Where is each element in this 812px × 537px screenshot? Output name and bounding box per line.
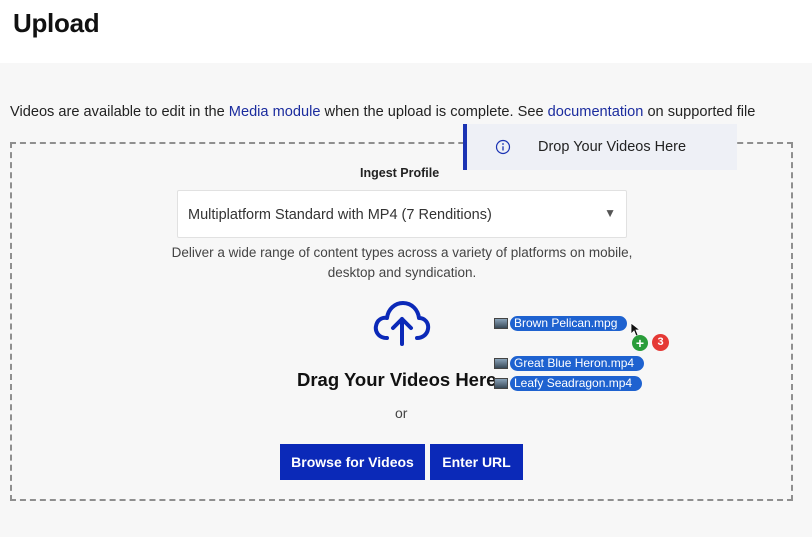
video-thumbnail-icon [494,378,508,389]
drag-videos-heading: Drag Your Videos Here [297,369,497,390]
intro-middle: when the upload is complete. See [320,104,548,120]
intro-suffix: on supported file [643,104,756,120]
copy-plus-icon: + [632,335,648,351]
video-thumbnail-icon [494,318,508,329]
page-title: Upload [13,8,100,38]
toast-message: Drop Your Videos Here [538,139,687,155]
or-separator: or [395,405,408,421]
intro-prefix: Videos are available to edit in the [10,104,229,120]
page-header: Upload [0,0,812,63]
media-module-link[interactable]: Media module [229,104,321,120]
dragged-file-chip: Brown Pelican.mpg [510,316,628,331]
intro-text: Videos are available to edit in the Medi… [10,104,812,120]
documentation-link[interactable]: documentation [548,104,644,120]
ingest-profile-value: Multiplatform Standard with MP4 (7 Rendi… [188,207,492,223]
browse-videos-button[interactable]: Browse for Videos [280,444,425,480]
dragged-file-chip: Leafy Seadragon.mp4 [510,376,643,391]
video-thumbnail-icon [494,358,508,369]
ingest-profile-label: Ingest Profile [360,166,440,180]
info-icon [495,139,511,155]
drop-videos-toast: Drop Your Videos Here [463,124,737,170]
chevron-down-icon: ▼ [604,206,616,220]
dragged-file-count-badge: 3 [652,334,669,351]
ingest-profile-description: Deliver a wide range of content types ac… [171,245,633,280]
enter-url-button[interactable]: Enter URL [430,444,523,480]
ingest-profile-select[interactable]: Multiplatform Standard with MP4 (7 Rendi… [177,190,627,238]
cloud-upload-icon [373,301,431,346]
dragged-file-chip: Great Blue Heron.mp4 [510,356,645,371]
